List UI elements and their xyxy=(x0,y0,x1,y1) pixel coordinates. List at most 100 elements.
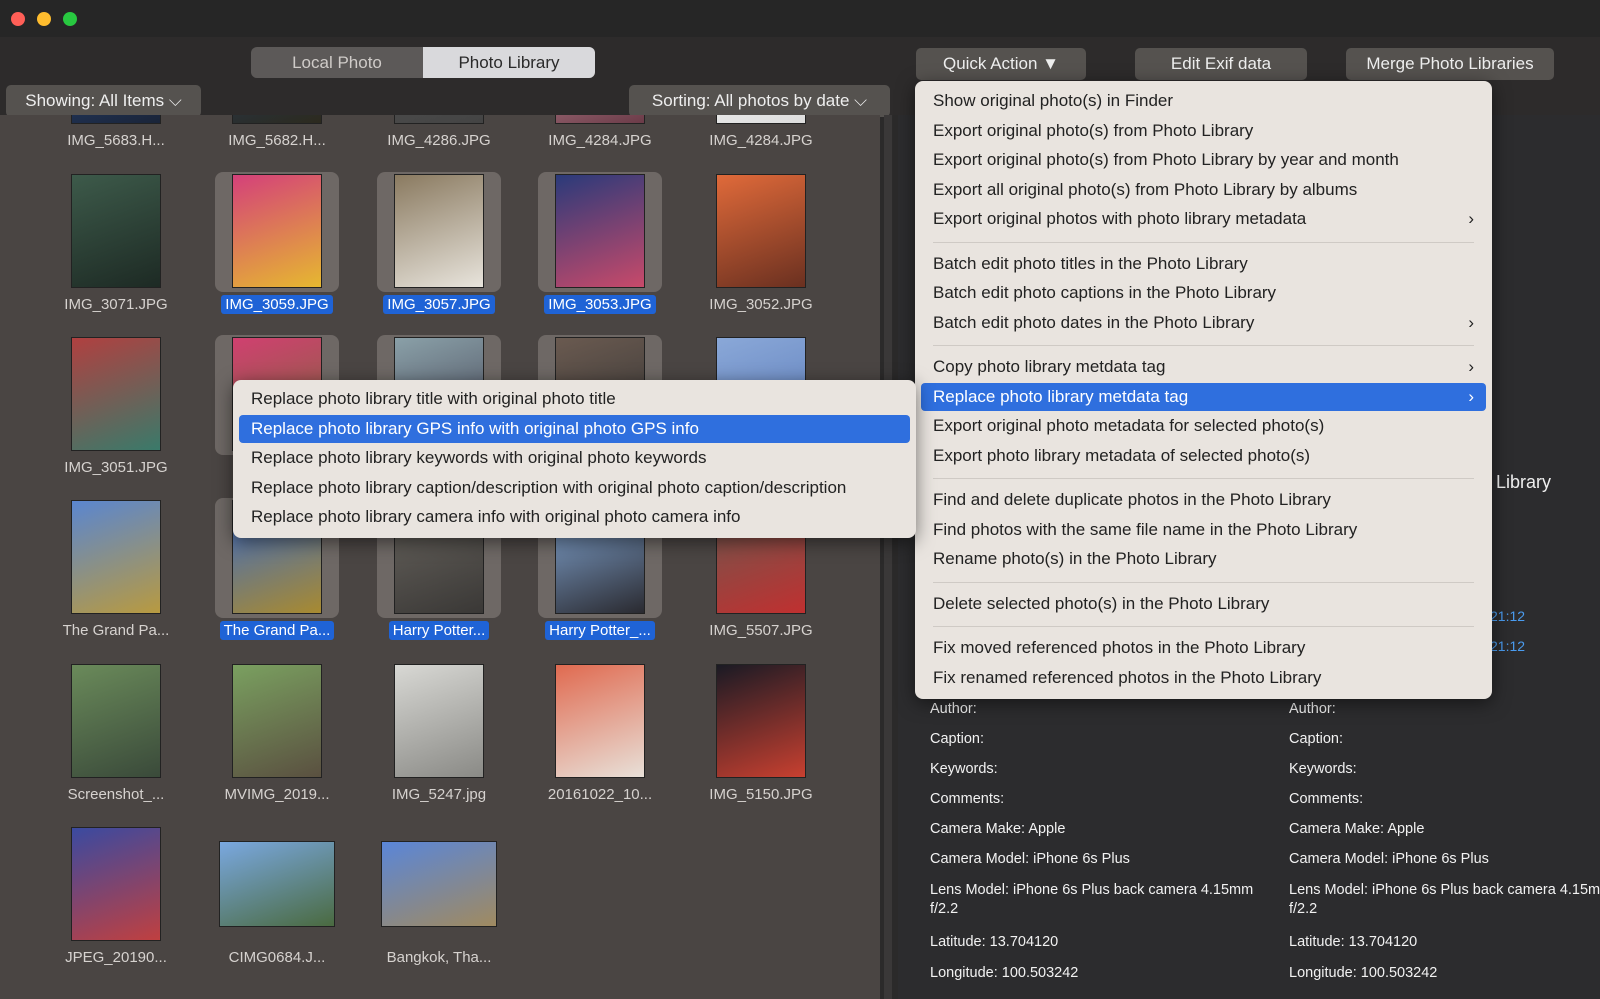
minimize-button[interactable] xyxy=(37,12,51,26)
submenu-item[interactable]: Replace photo library caption/descriptio… xyxy=(239,474,910,502)
photo-thumbnail xyxy=(716,174,806,288)
menu-item[interactable]: Export original photo(s) from Photo Libr… xyxy=(921,146,1486,174)
photo-filename: MVIMG_2019... xyxy=(224,786,330,803)
photo-thumbnail xyxy=(555,664,645,778)
menu-item[interactable]: Export original photo metadata for selec… xyxy=(921,412,1486,440)
photo-cell[interactable]: 20161022_10... xyxy=(538,659,662,819)
photo-filename: Screenshot_... xyxy=(67,786,165,803)
tab-photo-library[interactable]: Photo Library xyxy=(423,47,595,78)
menu-item[interactable]: Export photo library metadata of selecte… xyxy=(921,442,1486,470)
photo-thumbnail xyxy=(555,115,645,124)
photo-filename: IMG_4284.JPG xyxy=(709,132,813,149)
menu-separator xyxy=(933,581,1474,583)
menu-item[interactable]: Batch edit photo titles in the Photo Lib… xyxy=(921,250,1486,278)
metadata-field: Keywords: xyxy=(930,761,998,777)
photo-cell[interactable]: IMG_3059.JPG xyxy=(215,169,339,329)
chevron-right-icon: › xyxy=(1468,357,1474,376)
photo-filename: IMG_5507.JPG xyxy=(709,622,813,639)
metadata-field: Lens Model: iPhone 6s Plus back camera 4… xyxy=(930,882,1254,917)
metadata-field: Lens Model: iPhone 6s Plus back camera 4… xyxy=(1289,882,1600,917)
tab-local-photo[interactable]: Local Photo xyxy=(251,47,423,78)
menu-item[interactable]: Copy photo library metdata tag › xyxy=(921,353,1486,381)
photo-thumbnail xyxy=(71,174,161,288)
photo-cell[interactable]: IMG_5150.JPG xyxy=(699,659,823,819)
photo-cell[interactable]: IMG_3057.JPG xyxy=(377,169,501,329)
photo-cell[interactable]: JPEG_20190... xyxy=(54,822,178,982)
menu-item[interactable]: Rename photo(s) in the Photo Library xyxy=(921,545,1486,573)
photo-grid: IMG_5683.H... IMG_5682.H... IMG_4286.JPG IM… xyxy=(0,115,880,999)
menu-item[interactable]: Fix moved referenced photos in the Photo… xyxy=(921,634,1486,662)
photo-filename: IMG_3071.JPG xyxy=(64,296,168,313)
metadata-field: Latitude: 13.704120 xyxy=(930,934,1059,950)
menu-item[interactable]: Find and delete duplicate photos in the … xyxy=(921,486,1486,514)
photo-cell[interactable]: The Grand Pa... xyxy=(54,495,178,655)
photo-thumbnail xyxy=(71,337,161,451)
photo-thumbnail xyxy=(219,841,335,927)
metadata-field: Comments: xyxy=(930,791,1005,807)
grid-scrollbar[interactable] xyxy=(884,115,892,999)
photo-cell[interactable]: Screenshot_... xyxy=(54,659,178,819)
menu-separator xyxy=(933,478,1474,479)
submenu-item[interactable]: Replace photo library title with origina… xyxy=(239,385,910,413)
submenu-item[interactable]: Replace photo library camera info with o… xyxy=(239,503,910,531)
photo-cell[interactable]: IMG_5247.jpg xyxy=(377,659,501,819)
metadata-field: Longitude: 100.503242 xyxy=(930,965,1079,981)
metadata-field: Longitude: 100.503242 xyxy=(1289,965,1438,981)
zoom-button[interactable] xyxy=(63,12,77,26)
photo-cell[interactable]: IMG_4284.JPG xyxy=(538,115,662,165)
edit-exif-button[interactable]: Edit Exif data xyxy=(1135,48,1307,80)
metadata-field: Camera Model: iPhone 6s Plus xyxy=(930,851,1130,867)
photo-cell[interactable]: IMG_4284.JPG xyxy=(699,115,823,165)
photo-thumbnail xyxy=(71,115,161,124)
menu-item[interactable]: Export original photos with photo librar… xyxy=(921,205,1486,233)
photo-thumbnail xyxy=(394,664,484,778)
metadata-field: Camera Model: iPhone 6s Plus xyxy=(1289,851,1489,867)
menu-item[interactable]: Show original photo(s) in Finder xyxy=(921,87,1486,115)
submenu-item[interactable]: Replace photo library keywords with orig… xyxy=(239,444,910,472)
chevron-right-icon: › xyxy=(1468,386,1474,406)
quick-action-button[interactable]: Quick Action ▼ xyxy=(916,48,1086,80)
photo-thumbnail xyxy=(71,500,161,614)
photo-cell[interactable]: IMG_3071.JPG xyxy=(54,169,178,329)
photo-filename: The Grand Pa... xyxy=(195,621,359,640)
photo-thumbnail xyxy=(381,841,497,927)
photo-filename: IMG_3059.JPG xyxy=(195,295,359,314)
photo-thumbnail xyxy=(71,827,161,941)
photo-cell[interactable]: IMG_3053.JPG xyxy=(538,169,662,329)
photo-cell[interactable]: IMG_4286.JPG xyxy=(377,115,501,165)
menu-item[interactable]: Find photos with the same file name in t… xyxy=(921,516,1486,544)
menu-item[interactable]: Replace photo library metdata tag › xyxy=(921,382,1486,411)
photo-cell[interactable]: IMG_5682.H... xyxy=(215,115,339,165)
menu-separator xyxy=(933,626,1474,627)
photo-cell[interactable]: IMG_3051.JPG xyxy=(54,332,178,492)
merge-libraries-button[interactable]: Merge Photo Libraries xyxy=(1346,48,1554,80)
photo-cell[interactable]: Bangkok, Tha... xyxy=(377,822,501,982)
menu-item[interactable]: Fix renamed referenced photos in the Pho… xyxy=(921,664,1486,692)
panel-heading-partial: Library xyxy=(1496,472,1552,492)
photo-thumbnail xyxy=(394,115,484,124)
photo-thumbnail xyxy=(716,115,806,124)
photo-filename: IMG_5247.jpg xyxy=(391,786,487,803)
menu-item[interactable]: Export original photo(s) from Photo Libr… xyxy=(921,117,1486,145)
photo-thumbnail xyxy=(232,664,322,778)
submenu-item[interactable]: Replace photo library GPS info with orig… xyxy=(239,414,910,443)
menu-item[interactable]: Batch edit photo dates in the Photo Libr… xyxy=(921,309,1486,337)
photo-thumbnail xyxy=(71,664,161,778)
title-bar xyxy=(0,0,1600,37)
showing-filter-dropdown[interactable]: Showing: All Items ⌵ xyxy=(6,85,201,117)
menu-item[interactable]: Batch edit photo captions in the Photo L… xyxy=(921,279,1486,307)
photo-filename: IMG_3053.JPG xyxy=(518,295,682,314)
photo-cell[interactable]: CIMG0684.J... xyxy=(215,822,339,982)
photo-filename: JPEG_20190... xyxy=(65,949,167,966)
metadata-field: Author: xyxy=(1289,701,1336,717)
menu-item[interactable]: Export all original photo(s) from Photo … xyxy=(921,176,1486,204)
menu-item[interactable]: Delete selected photo(s) in the Photo Li… xyxy=(921,590,1486,618)
photo-filename: IMG_5150.JPG xyxy=(709,786,813,803)
photo-cell[interactable]: MVIMG_2019... xyxy=(215,659,339,819)
sorting-dropdown[interactable]: Sorting: All photos by date ⌵ xyxy=(629,85,890,117)
close-button[interactable] xyxy=(11,12,25,26)
date-value-partial: 21:12 xyxy=(1490,608,1526,624)
photo-cell[interactable]: IMG_3052.JPG xyxy=(699,169,823,329)
metadata-field: Camera Make: Apple xyxy=(1289,821,1425,837)
photo-cell[interactable]: IMG_5683.H... xyxy=(54,115,178,165)
